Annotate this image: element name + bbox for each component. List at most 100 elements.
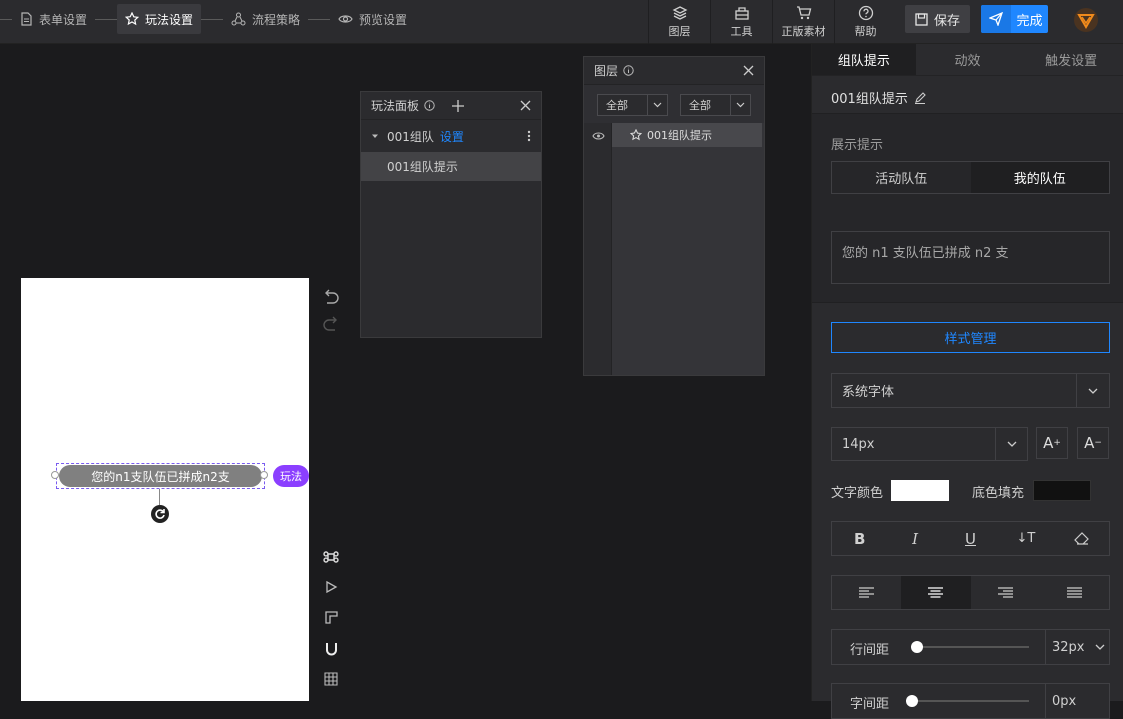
- align-left-icon[interactable]: [832, 576, 901, 609]
- font-size-value: 14px: [842, 436, 875, 452]
- eye-icon[interactable]: [592, 130, 605, 144]
- layer-list: [612, 123, 764, 375]
- text-color-swatch[interactable]: [891, 480, 949, 501]
- clear-format-icon[interactable]: [1054, 522, 1109, 555]
- style-manage-button[interactable]: 样式管理: [831, 322, 1110, 353]
- font-size-select[interactable]: 14px: [831, 427, 1028, 461]
- tree-group-label: 001组队: [387, 129, 434, 144]
- play-icon[interactable]: [320, 576, 342, 598]
- layer-panel-title: 图层: [594, 64, 619, 78]
- rotate-stem: [159, 489, 160, 505]
- magnet-icon[interactable]: [320, 638, 342, 660]
- tab-trigger-settings[interactable]: 触发设置: [1019, 44, 1123, 75]
- tab-animation[interactable]: 动效: [916, 44, 1020, 75]
- flow-icon: [231, 12, 246, 26]
- redo-icon[interactable]: [320, 313, 342, 335]
- step-form-settings[interactable]: 表单设置: [12, 4, 95, 34]
- brand-logo-icon[interactable]: [1072, 6, 1100, 34]
- more-vertical-icon[interactable]: [527, 130, 531, 142]
- bg-fill-label: 底色填充: [972, 486, 1025, 501]
- team-tip-text[interactable]: 您的n1支队伍已拼成n2支: [59, 465, 262, 487]
- text-color-label: 文字颜色: [831, 486, 884, 501]
- layer-filter-select-1[interactable]: 全部: [597, 94, 668, 116]
- team-toggle: 活动队伍 我的队伍: [831, 161, 1110, 194]
- resize-handle-left[interactable]: [51, 471, 59, 479]
- text-format-row: B I U ↓T: [831, 521, 1110, 556]
- add-icon[interactable]: [452, 99, 465, 112]
- line-height-thumb[interactable]: [911, 641, 923, 653]
- eye-icon: [338, 15, 353, 23]
- font-increase-icon[interactable]: A +: [1036, 427, 1068, 459]
- line-height-track[interactable]: [917, 646, 1029, 648]
- caret-down-icon[interactable]: [371, 132, 379, 140]
- step-flow-strategy[interactable]: 流程策略: [223, 4, 308, 34]
- help-button[interactable]: 帮助: [834, 0, 896, 44]
- command-icon[interactable]: [320, 546, 342, 568]
- canvas-artboard[interactable]: [21, 278, 309, 701]
- letter-spacing-thumb[interactable]: [906, 695, 918, 707]
- done-label: 完成: [1016, 13, 1043, 29]
- ruler-icon[interactable]: [320, 606, 342, 628]
- line-height-label: 行间距: [850, 643, 890, 658]
- layer-item-label: 001组队提示: [647, 129, 712, 142]
- font-decrease-icon[interactable]: A −: [1077, 427, 1109, 459]
- step-play-settings[interactable]: 玩法设置: [117, 4, 202, 34]
- selected-element-frame[interactable]: 您的n1支队伍已拼成n2支: [56, 463, 265, 489]
- layers-button[interactable]: 图层: [648, 0, 710, 44]
- layer-item-row[interactable]: 001组队提示: [612, 123, 762, 147]
- text-direction-icon[interactable]: ↓T: [998, 522, 1053, 555]
- seg-active-teams[interactable]: 活动队伍: [832, 162, 971, 193]
- toolbox-icon: [734, 7, 749, 20]
- align-center-icon[interactable]: [901, 576, 971, 609]
- tip-text-input[interactable]: 您的 n1 支队伍已拼成 n2 支: [831, 231, 1110, 284]
- letter-spacing-select[interactable]: 0px: [1045, 684, 1109, 718]
- save-icon: [915, 12, 928, 26]
- letter-spacing-value: 0px: [1052, 693, 1077, 709]
- align-justify-icon[interactable]: [1040, 576, 1109, 609]
- tool-label: 帮助: [854, 25, 877, 38]
- layer-panel-header: 图层: [584, 57, 764, 85]
- play-badge[interactable]: 玩法: [273, 465, 309, 487]
- letter-spacing-row: 字间距 0px: [831, 683, 1110, 719]
- layers-icon: [672, 6, 687, 20]
- step-label: 玩法设置: [145, 12, 194, 27]
- close-icon[interactable]: [520, 100, 531, 111]
- font-family-select[interactable]: 系统字体: [831, 373, 1110, 408]
- properties-panel: 组队提示 动效 触发设置 001组队提示 展示提示 活动队伍 我的队伍 您的 n…: [811, 44, 1123, 719]
- seg-my-teams[interactable]: 我的队伍: [970, 162, 1109, 193]
- layer-panel: 图层 全部 全部 001组队提示: [583, 56, 765, 376]
- bold-icon[interactable]: B: [832, 522, 887, 555]
- undo-icon[interactable]: [320, 286, 342, 308]
- rotate-icon[interactable]: [151, 505, 169, 523]
- grid-icon[interactable]: [320, 668, 342, 690]
- tree-child-row[interactable]: 001组队提示: [361, 152, 541, 181]
- letter-spacing-track[interactable]: [917, 700, 1029, 702]
- save-button[interactable]: 保存: [905, 5, 970, 33]
- tools-button[interactable]: 工具: [710, 0, 772, 44]
- info-icon[interactable]: [623, 65, 634, 76]
- line-height-select[interactable]: 32px: [1045, 630, 1109, 664]
- italic-icon[interactable]: I: [887, 522, 942, 555]
- text-align-row: [831, 575, 1110, 610]
- top-bar: 表单设置 玩法设置 流程策略 预览设置 图层 工具 正版素材 帮助 保存 完成: [0, 0, 1123, 44]
- tab-team-tip[interactable]: 组队提示: [812, 44, 916, 75]
- layer-filter-select-2[interactable]: 全部: [680, 94, 751, 116]
- tool-label: 正版素材: [781, 25, 826, 38]
- close-icon[interactable]: [743, 65, 754, 76]
- step-label: 预览设置: [359, 12, 408, 27]
- resize-handle-right[interactable]: [260, 471, 268, 479]
- tree-group-row[interactable]: 001组队 设置: [361, 120, 541, 152]
- star-icon: [630, 129, 642, 141]
- bg-fill-swatch[interactable]: [1033, 480, 1091, 501]
- toolbar: 图层 工具 正版素材 帮助: [648, 0, 896, 44]
- info-icon[interactable]: [424, 100, 435, 111]
- done-button[interactable]: 完成: [981, 5, 1048, 33]
- step-preview-settings[interactable]: 预览设置: [330, 4, 415, 34]
- edit-icon[interactable]: [914, 91, 926, 104]
- step-connector: [308, 18, 331, 20]
- underline-icon[interactable]: U: [943, 522, 998, 555]
- align-right-icon[interactable]: [971, 576, 1040, 609]
- licensed-assets-button[interactable]: 正版素材: [772, 0, 834, 44]
- layer-visibility-column: [584, 123, 612, 375]
- group-settings-link[interactable]: 设置: [440, 128, 464, 145]
